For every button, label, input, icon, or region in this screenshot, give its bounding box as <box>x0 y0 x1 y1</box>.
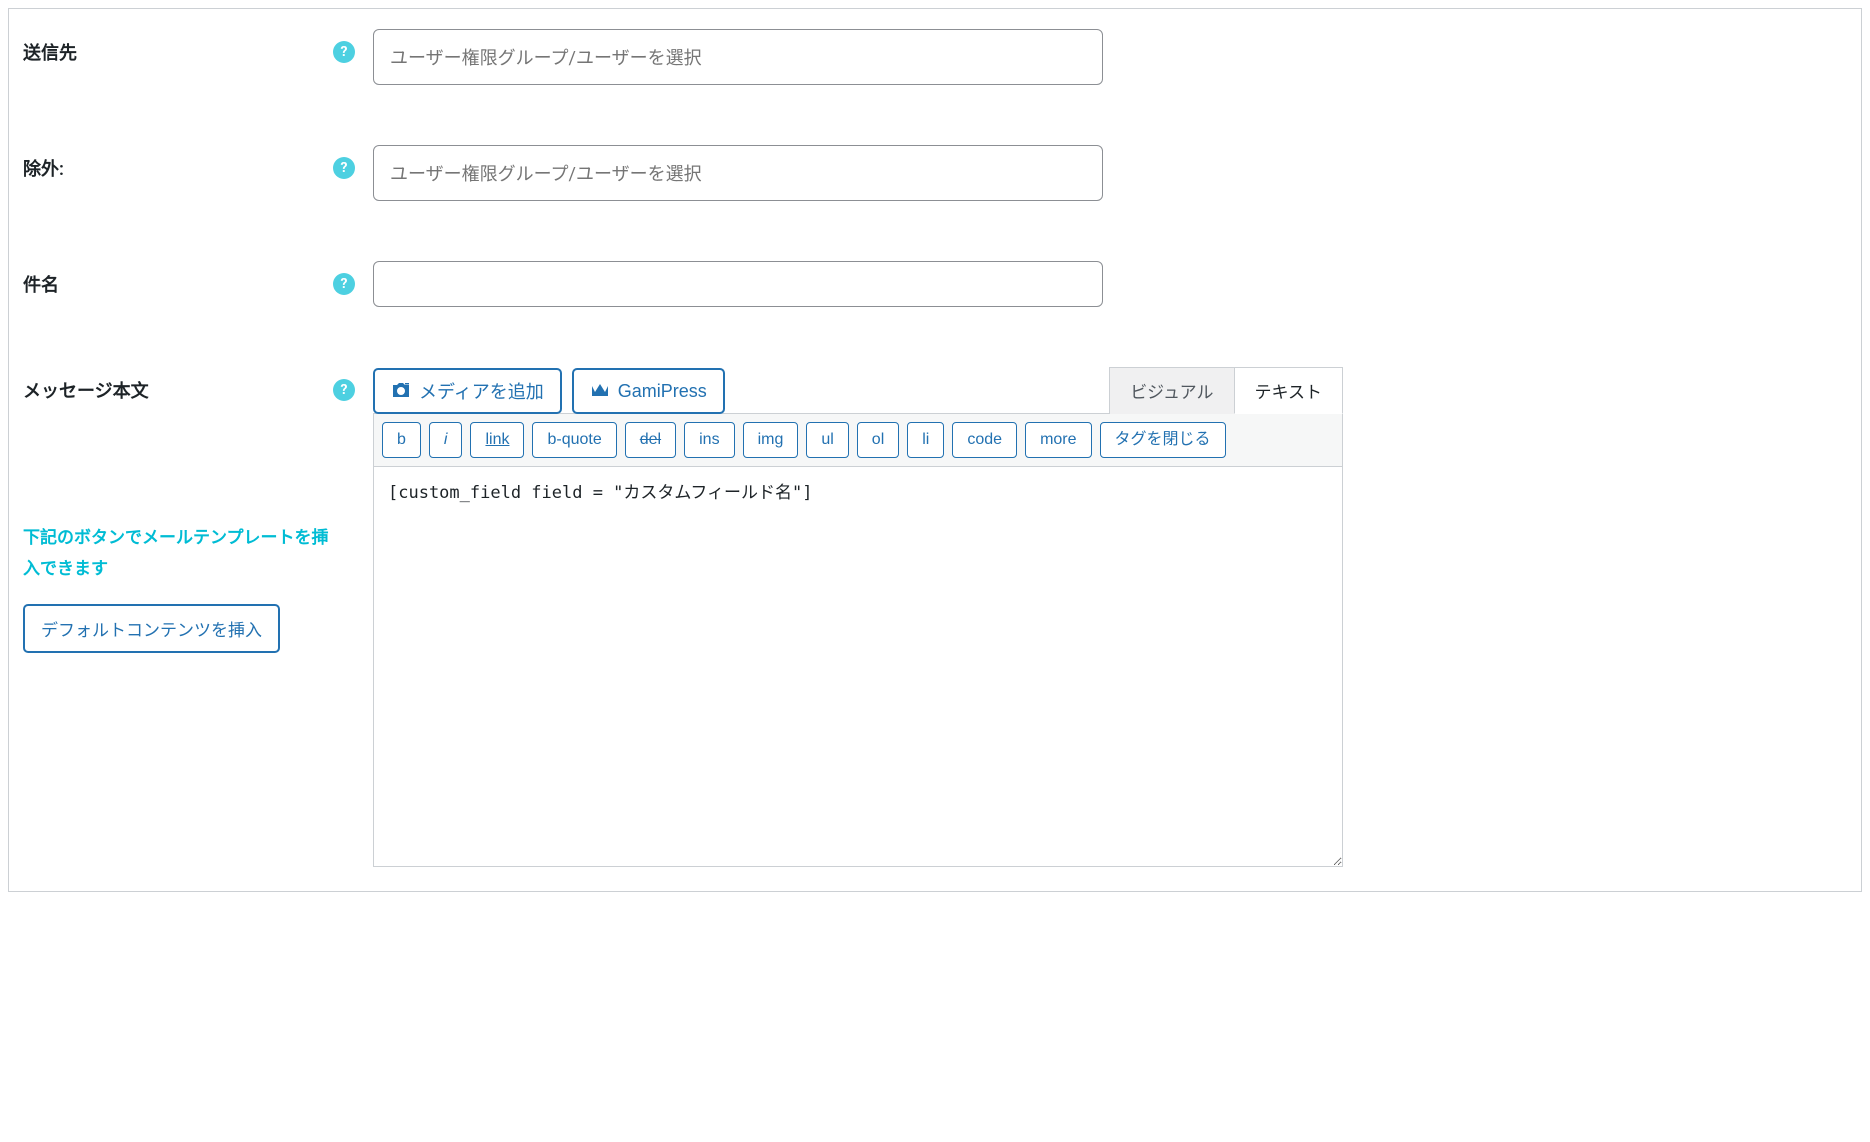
help-icon[interactable]: ? <box>333 41 355 63</box>
subject-label-col: 件名 ? <box>23 261 373 297</box>
toolbar-del[interactable]: del <box>625 422 676 458</box>
subject-row: 件名 ? <box>23 261 1847 307</box>
settings-panel: 送信先 ? ユーザー権限グループ/ユーザーを選択 除外: ? ユーザー権限グルー… <box>8 8 1862 892</box>
exclude-label-col: 除外: ? <box>23 145 373 181</box>
toolbar-code[interactable]: code <box>952 422 1017 458</box>
body-label-col: メッセージ本文 ? 下記のボタンでメールテンプレートを挿入できます デフォルトコ… <box>23 367 373 653</box>
toolbar-img[interactable]: img <box>743 422 799 458</box>
toolbar-bold[interactable]: b <box>382 422 421 458</box>
tab-visual[interactable]: ビジュアル <box>1109 367 1234 414</box>
toolbar-ol[interactable]: ol <box>857 422 899 458</box>
body-label: メッセージ本文 <box>23 377 149 403</box>
toolbar-link[interactable]: link <box>470 422 524 458</box>
recipient-input-col: ユーザー権限グループ/ユーザーを選択 <box>373 29 1103 85</box>
media-buttons: メディアを追加 GamiPress <box>373 368 725 414</box>
add-media-button[interactable]: メディアを追加 <box>373 368 562 414</box>
toolbar-close-tags[interactable]: タグを閉じる <box>1100 422 1226 458</box>
exclude-label: 除外: <box>23 155 64 181</box>
exclude-placeholder: ユーザー権限グループ/ユーザーを選択 <box>390 160 702 186</box>
editor-top-row: メディアを追加 GamiPress ビジュアル テキスト <box>373 367 1343 414</box>
tab-text[interactable]: テキスト <box>1234 367 1344 414</box>
template-note: 下記のボタンでメールテンプレートを挿入できます <box>23 523 333 584</box>
add-media-label: メディアを追加 <box>419 378 544 404</box>
crown-icon <box>590 382 610 400</box>
subject-label: 件名 <box>23 271 59 297</box>
body-row: メッセージ本文 ? 下記のボタンでメールテンプレートを挿入できます デフォルトコ… <box>23 367 1847 871</box>
gamipress-button[interactable]: GamiPress <box>572 368 725 414</box>
subject-input[interactable] <box>373 261 1103 307</box>
camera-icon <box>391 381 411 401</box>
editor-wrapper: メディアを追加 GamiPress ビジュアル テキスト b i <box>373 367 1343 871</box>
body-textarea[interactable] <box>373 467 1343 867</box>
toolbar-li[interactable]: li <box>907 422 944 458</box>
toolbar-ins[interactable]: ins <box>684 422 734 458</box>
subject-input-col <box>373 261 1103 307</box>
editor-tabs: ビジュアル テキスト <box>1110 367 1343 414</box>
help-icon[interactable]: ? <box>333 379 355 401</box>
toolbar-bquote[interactable]: b-quote <box>532 422 616 458</box>
recipient-placeholder: ユーザー権限グループ/ユーザーを選択 <box>390 44 702 70</box>
exclude-select[interactable]: ユーザー権限グループ/ユーザーを選択 <box>373 145 1103 201</box>
toolbar-italic[interactable]: i <box>429 422 463 458</box>
insert-default-button[interactable]: デフォルトコンテンツを挿入 <box>23 604 280 653</box>
recipient-select[interactable]: ユーザー権限グループ/ユーザーを選択 <box>373 29 1103 85</box>
toolbar-ul[interactable]: ul <box>806 422 848 458</box>
editor-toolbar: b i link b-quote del ins img ul ol li co… <box>373 413 1343 467</box>
help-icon[interactable]: ? <box>333 157 355 179</box>
recipient-label: 送信先 <box>23 39 77 65</box>
recipient-label-col: 送信先 ? <box>23 29 373 65</box>
recipient-row: 送信先 ? ユーザー権限グループ/ユーザーを選択 <box>23 29 1847 85</box>
body-label-head: メッセージ本文 ? <box>23 367 355 403</box>
exclude-row: 除外: ? ユーザー権限グループ/ユーザーを選択 <box>23 145 1847 201</box>
toolbar-more[interactable]: more <box>1025 422 1091 458</box>
help-icon[interactable]: ? <box>333 273 355 295</box>
gamipress-label: GamiPress <box>618 381 707 402</box>
exclude-input-col: ユーザー権限グループ/ユーザーを選択 <box>373 145 1103 201</box>
